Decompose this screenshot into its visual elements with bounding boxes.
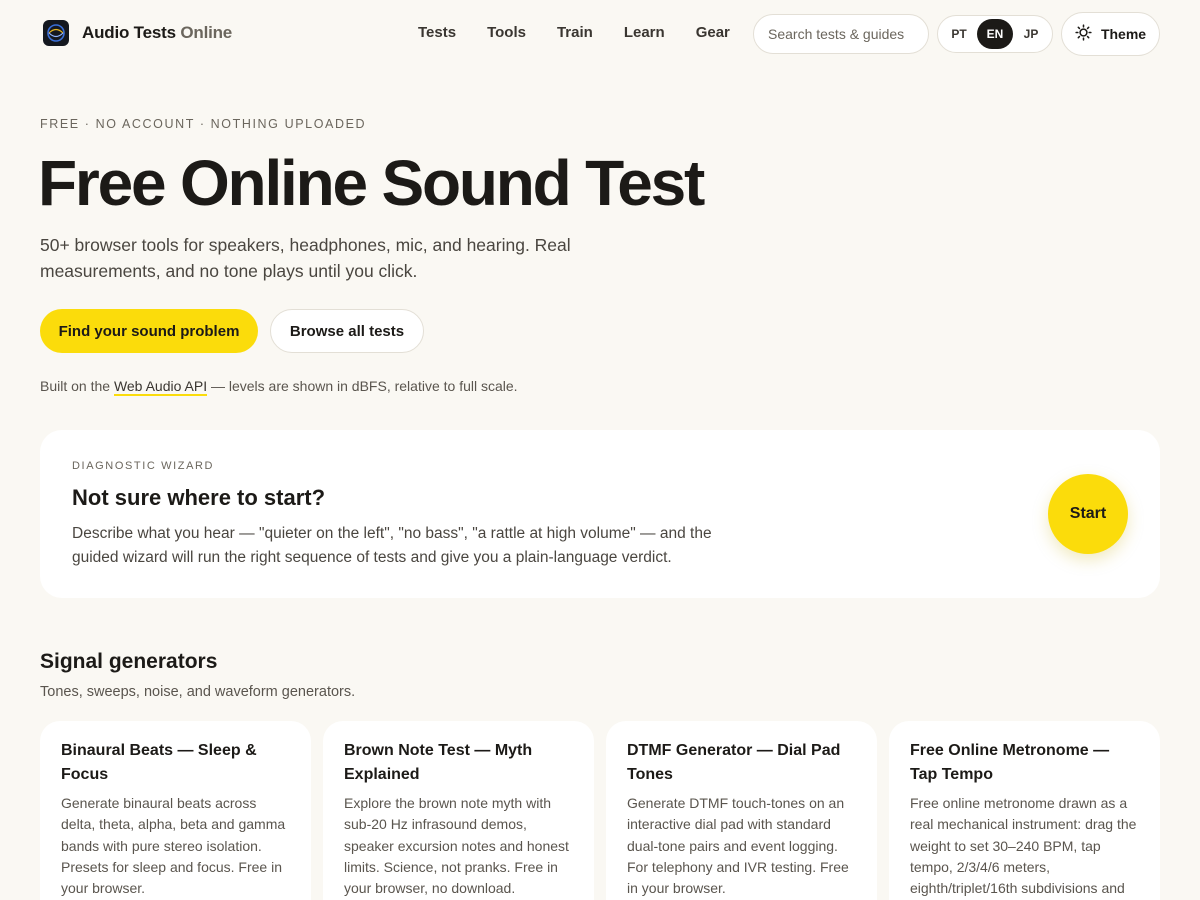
- tool-card-binaural-beats[interactable]: Binaural Beats — Sleep & Focus Generate …: [40, 721, 311, 900]
- search-input[interactable]: [753, 14, 929, 54]
- site-header: Audio Tests Online Tests Tools Train Lea…: [0, 0, 1200, 68]
- language-option-pt[interactable]: PT: [941, 19, 977, 49]
- section-subtitle: Tones, sweeps, noise, and waveform gener…: [40, 684, 356, 700]
- brand-name-light: Online: [180, 23, 233, 42]
- card-title: DTMF Generator — Dial Pad Tones: [627, 742, 841, 783]
- nav-item-gear[interactable]: Gear: [696, 24, 730, 41]
- browse-all-tests-button[interactable]: Browse all tests: [270, 309, 424, 353]
- web-audio-api-link[interactable]: Web Audio API: [113, 378, 208, 396]
- tool-card-dtmf-generator[interactable]: DTMF Generator — Dial Pad Tones Generate…: [606, 721, 877, 900]
- built-on-note: Built on the Web Audio API — levels are …: [40, 378, 518, 396]
- wizard-description: Describe what you hear — "quieter on the…: [72, 525, 712, 566]
- logo-icon: [43, 20, 69, 46]
- tool-card-metronome[interactable]: Free Online Metronome — Tap Tempo Free o…: [889, 721, 1160, 900]
- language-option-en[interactable]: EN: [977, 19, 1013, 49]
- page-title: Free Online Sound Test: [38, 147, 705, 219]
- card-title: Free Online Metronome — Tap Tempo: [910, 742, 1110, 783]
- sun-icon: [1075, 24, 1092, 44]
- wizard-title: Not sure where to start?: [72, 485, 326, 510]
- theme-toggle-button[interactable]: Theme: [1061, 12, 1160, 56]
- language-switcher: PT EN JP: [937, 15, 1053, 53]
- brand-name-main: Audio Tests: [82, 23, 176, 42]
- card-title: Brown Note Test — Myth Explained: [344, 742, 533, 783]
- card-description: Explore the brown note myth with sub-20 …: [344, 795, 569, 897]
- card-description: Generate DTMF touch-tones on an interact…: [627, 795, 849, 897]
- brand-link[interactable]: Audio Tests Online: [43, 20, 232, 46]
- theme-label: Theme: [1100, 26, 1147, 42]
- card-title: Binaural Beats — Sleep & Focus: [61, 742, 257, 783]
- diagnostic-wizard-card: DIAGNOSTIC WIZARD Not sure where to star…: [40, 430, 1160, 598]
- wizard-eyebrow: DIAGNOSTIC WIZARD: [72, 460, 215, 472]
- section-title: Signal generators: [40, 650, 218, 673]
- nav-item-tests[interactable]: Tests: [418, 24, 456, 41]
- card-description: Free online metronome drawn as a real me…: [910, 795, 1137, 897]
- built-on-suffix: — levels are shown in dBFS, relative to …: [207, 378, 518, 394]
- nav-item-learn[interactable]: Learn: [624, 24, 665, 41]
- hero-subtitle: 50+ browser tools for speakers, headphon…: [40, 235, 571, 281]
- nav-item-train[interactable]: Train: [557, 24, 593, 41]
- tool-card-brown-note[interactable]: Brown Note Test — Myth Explained Explore…: [323, 721, 594, 900]
- wizard-start-button[interactable]: Start: [1048, 474, 1128, 554]
- find-sound-problem-button[interactable]: Find your sound problem: [40, 309, 258, 353]
- hero-eyebrow: FREE · NO ACCOUNT · NOTHING UPLOADED: [40, 117, 367, 131]
- nav-item-tools[interactable]: Tools: [487, 24, 526, 41]
- language-option-jp[interactable]: JP: [1013, 19, 1049, 49]
- card-description: Generate binaural beats across delta, th…: [61, 795, 286, 897]
- built-on-prefix: Built on the: [40, 378, 114, 394]
- brand-name: Audio Tests Online: [82, 23, 232, 43]
- main-nav: Tests Tools Train Learn Gear: [418, 24, 761, 41]
